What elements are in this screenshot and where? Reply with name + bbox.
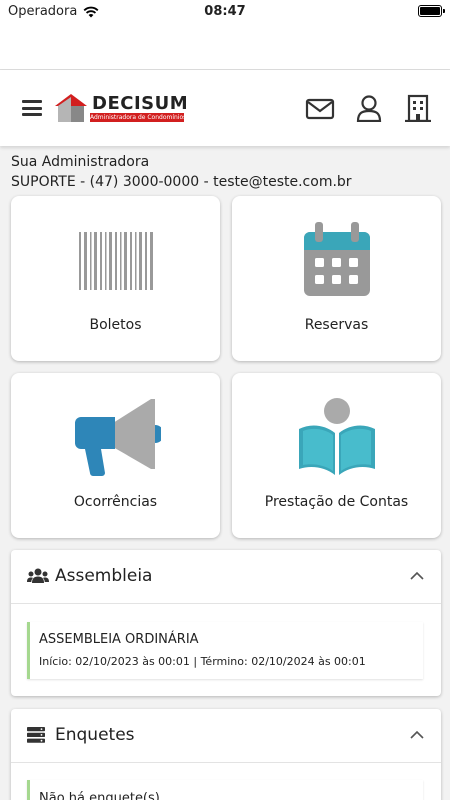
tile-reservas[interactable]: Reservas xyxy=(232,196,441,361)
admin-title: Sua Administradora xyxy=(11,154,150,170)
admin-info: Sua Administradora SUPORTE - (47) 3000-0… xyxy=(11,152,352,192)
tile-prestacao-contas[interactable]: Prestação de Contas xyxy=(232,373,441,538)
logo: DECISUM Administradora de Condomínios xyxy=(54,92,189,126)
barcode-icon xyxy=(79,232,153,290)
tile-label: Prestação de Contas xyxy=(264,494,409,510)
users-icon xyxy=(27,568,49,583)
enquetes-empty-text: Não há enquete(s) xyxy=(39,791,160,800)
tile-ocorrencias[interactable]: Ocorrências xyxy=(11,373,220,538)
enquetes-title: Enquetes xyxy=(55,725,135,745)
assembleia-header[interactable]: Assembleia xyxy=(11,550,441,604)
enquetes-header[interactable]: Enquetes xyxy=(11,709,441,763)
logo-text: DECISUM xyxy=(92,93,189,114)
megaphone-icon xyxy=(75,399,161,476)
chevron-up-icon[interactable] xyxy=(409,570,425,582)
battery-icon xyxy=(418,5,445,17)
building-icon[interactable] xyxy=(403,94,433,122)
tile-label: Boletos xyxy=(89,317,142,333)
reader-icon xyxy=(299,398,375,475)
user-icon[interactable] xyxy=(354,94,384,122)
chevron-up-icon[interactable] xyxy=(409,729,425,741)
logo-house-icon xyxy=(55,94,87,122)
top-spacer xyxy=(0,24,450,70)
assembleia-entry[interactable]: ASSEMBLEIA ORDINÁRIA Início: 02/10/2023 … xyxy=(27,622,423,679)
menu-icon[interactable] xyxy=(22,100,42,116)
mail-icon[interactable] xyxy=(305,94,335,122)
enquetes-card: Enquetes Não há enquete(s) xyxy=(11,709,441,800)
assembleia-title: Assembleia xyxy=(55,566,153,586)
status-time: 08:47 xyxy=(204,4,246,19)
assembleia-entry-title: ASSEMBLEIA ORDINÁRIA xyxy=(39,632,199,647)
status-bar: Operadora 08:47 xyxy=(0,0,450,24)
logo-subtitle: Administradora de Condomínios xyxy=(90,113,184,122)
server-icon xyxy=(27,727,45,743)
tile-label: Reservas xyxy=(304,317,369,333)
app-header: DECISUM Administradora de Condomínios xyxy=(0,70,450,146)
tile-boletos[interactable]: Boletos xyxy=(11,196,220,361)
assembleia-entry-dates: Início: 02/10/2023 às 00:01 | Término: 0… xyxy=(39,655,366,668)
assembleia-card: Assembleia ASSEMBLEIA ORDINÁRIA Início: … xyxy=(11,550,441,696)
admin-contact: SUPORTE - (47) 3000-0000 - teste@teste.c… xyxy=(11,174,352,190)
calendar-icon xyxy=(304,222,370,296)
tile-label: Ocorrências xyxy=(73,494,158,510)
enquetes-entry: Não há enquete(s) xyxy=(27,780,423,800)
